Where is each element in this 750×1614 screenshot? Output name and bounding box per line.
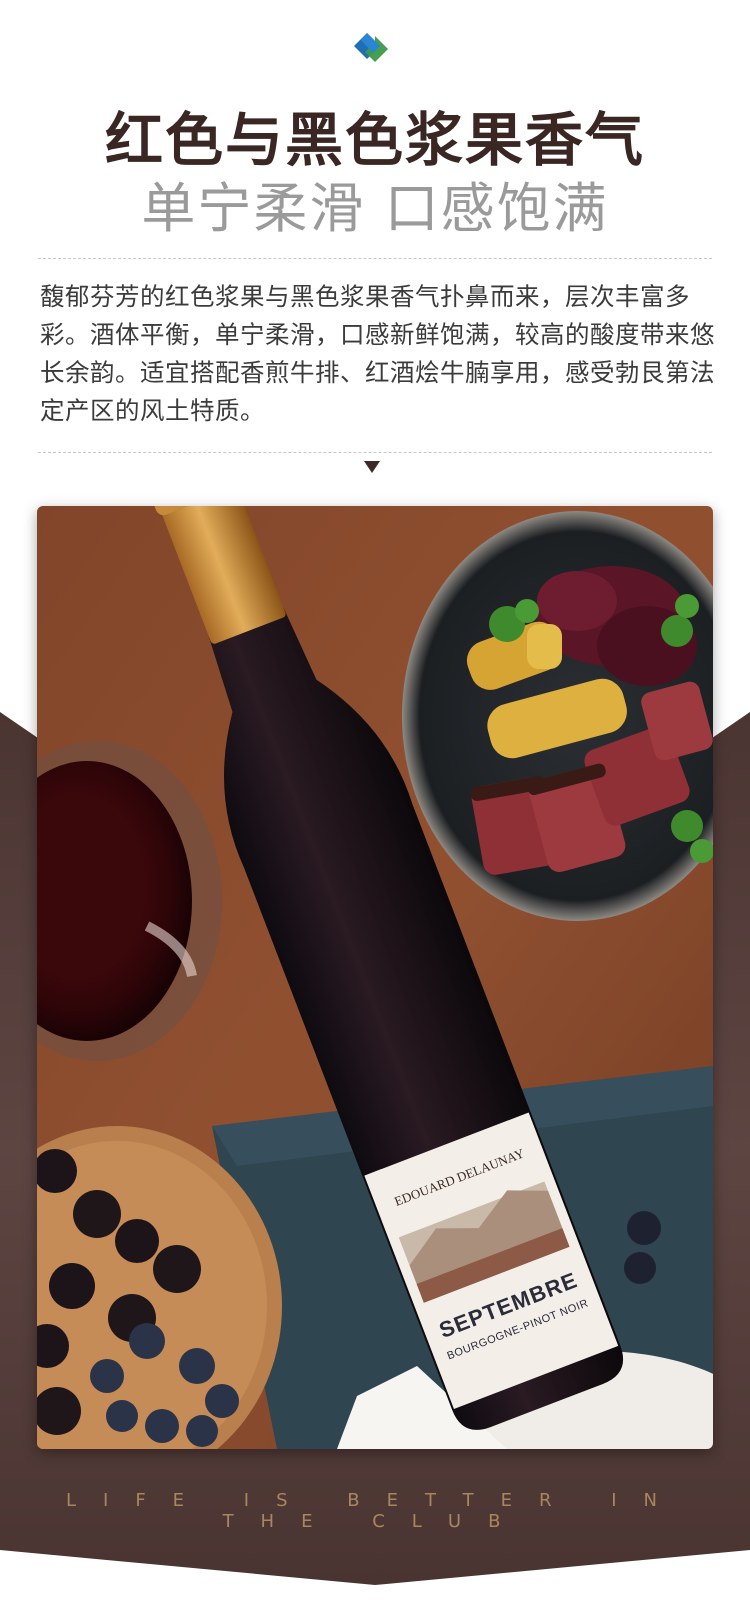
description-text: 馥郁芬芳的红色浆果与黑色浆果香气扑鼻而来，层次丰富多彩。酒体平衡，单宁柔滑，口感…	[40, 282, 715, 425]
divider-top	[38, 258, 712, 259]
page-subtitle: 单宁柔滑 口感饱满	[141, 177, 609, 240]
diamond-logo-icon	[354, 33, 388, 62]
page-title: 红色与黑色浆果香气	[104, 106, 645, 174]
product-photo: EDOUARD DELAUNAY SEPTEMBRE BOURGOGNE-PIN…	[37, 506, 713, 1449]
down-arrow-icon	[364, 461, 380, 473]
wine-scene-illustration: EDOUARD DELAUNAY SEPTEMBRE BOURGOGNE-PIN…	[37, 506, 713, 1449]
footer-tagline: LIFE IS BETTER IN THE CLUB	[65, 1490, 684, 1532]
divider-bottom	[38, 452, 712, 453]
